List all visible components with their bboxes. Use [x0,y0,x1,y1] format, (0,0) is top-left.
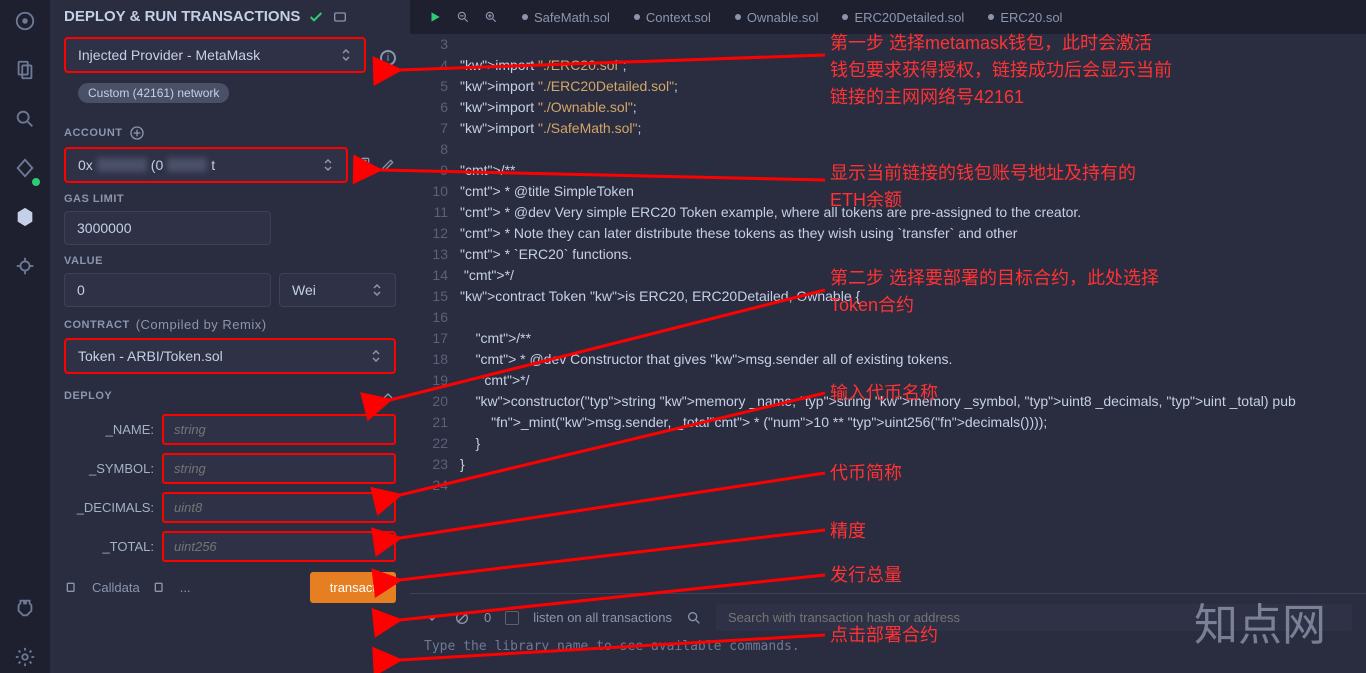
icon-sidebar [0,0,50,673]
settings-icon[interactable] [14,646,36,673]
file-tab[interactable]: Context.sol [622,10,723,25]
gas-input[interactable] [64,211,271,245]
param-label: _SYMBOL: [64,461,154,476]
network-badge: Custom (42161) network [78,83,229,103]
terminal-search-input[interactable] [716,604,1352,631]
code-content: "kw">import "./ERC20.sol"; "kw">import "… [460,34,1366,593]
debug-icon[interactable] [14,255,36,282]
param-label: _TOTAL: [64,539,154,554]
deploy-icon[interactable] [14,206,36,233]
param-input[interactable] [162,531,396,562]
plugin-icon[interactable] [14,597,36,624]
chevron-updown-icon [371,284,383,296]
chevron-updown-icon [322,159,334,171]
chevron-updown-icon [370,350,382,362]
calldata-label: Calldata [92,580,140,595]
tab-bar: SafeMath.solContext.solOwnable.solERC20D… [410,0,1366,34]
param-input[interactable] [162,453,396,484]
check-icon [308,9,324,25]
gas-label: GAS LIMIT [64,193,396,205]
listen-checkbox[interactable] [505,611,519,625]
listen-label: listen on all transactions [533,610,672,625]
value-input[interactable] [64,273,271,307]
zoom-out-icon[interactable] [456,10,470,24]
edit-icon[interactable] [380,157,396,173]
play-icon[interactable] [428,10,442,24]
file-tab[interactable]: Ownable.sol [723,10,831,25]
chevron-updown-icon [340,49,352,61]
deploy-panel: DEPLOY & RUN TRANSACTIONS Injected Provi… [50,0,410,673]
compile-icon[interactable] [14,157,36,184]
chevron-down-icon[interactable] [424,610,440,626]
account-label: ACCOUNT [64,125,396,141]
param-label: _NAME: [64,422,154,437]
editor-area: SafeMath.solContext.solOwnable.solERC20D… [410,0,1366,673]
file-tab[interactable]: SafeMath.sol [510,10,622,25]
remix-logo-icon[interactable] [14,10,36,37]
deploy-header: DEPLOY [64,390,112,402]
search-icon[interactable] [14,108,36,135]
file-tab[interactable]: ERC20Detailed.sol [830,10,976,25]
transact-button[interactable]: transact [310,572,396,603]
ban-icon[interactable] [454,610,470,626]
terminal-prompt: Type the library name to see available c… [424,639,1352,654]
info-icon[interactable]: i [380,50,396,66]
contract-select[interactable]: Token - ARBI/Token.sol [64,338,396,374]
plus-icon[interactable] [129,125,145,141]
code-editor[interactable]: 3 4 5 6 7 8 9 10 11 12 13 14 15 16 17 18… [410,34,1366,593]
copy-icon[interactable] [64,580,80,596]
param-label: _DECIMALS: [64,500,154,515]
value-label: VALUE [64,255,396,267]
contract-label: CONTRACT (Compiled by Remix) [64,317,396,332]
zoom-in-icon[interactable] [484,10,498,24]
value-unit-select[interactable]: Wei [279,273,396,307]
copy-icon[interactable] [152,580,168,596]
chevron-up-icon[interactable] [380,388,396,404]
param-input[interactable] [162,492,396,523]
params-label: ... [180,580,191,595]
file-tab[interactable]: ERC20.sol [976,10,1074,25]
param-input[interactable] [162,414,396,445]
account-select[interactable]: 0x (0 t [64,147,348,183]
copy-icon[interactable] [356,157,372,173]
pending-counter: 0 [484,610,491,625]
terminal: 0 listen on all transactions Type the li… [410,593,1366,673]
line-gutter: 3 4 5 6 7 8 9 10 11 12 13 14 15 16 17 18… [410,34,460,593]
panel-title: DEPLOY & RUN TRANSACTIONS [64,8,396,25]
tx-icon[interactable] [332,9,348,25]
search-icon[interactable] [686,610,702,626]
environment-select[interactable]: Injected Provider - MetaMask [64,37,366,73]
files-icon[interactable] [14,59,36,86]
